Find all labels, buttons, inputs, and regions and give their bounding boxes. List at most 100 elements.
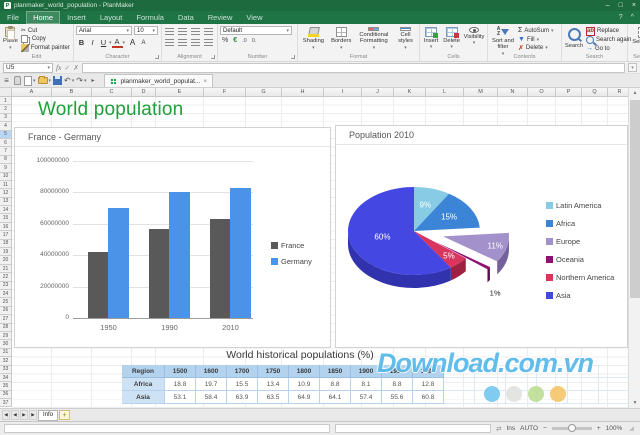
tab-home[interactable]: Home	[26, 11, 61, 24]
menu-icon[interactable]: ≡	[2, 75, 11, 87]
pie-side-oceania[interactable]	[487, 267, 490, 283]
scroll-up-icon[interactable]: ▲	[629, 88, 640, 98]
percent-format-icon[interactable]: %	[222, 37, 228, 44]
table-cell[interactable]: Asia	[122, 391, 165, 404]
table-cell[interactable]: 13.4	[258, 378, 289, 391]
tab-formula[interactable]: Formula	[129, 11, 171, 24]
align-right-icon[interactable]	[190, 27, 200, 36]
bold-button[interactable]: B	[76, 37, 87, 48]
tab-view[interactable]: View	[239, 11, 269, 24]
row-header-3[interactable]: 3	[0, 113, 12, 123]
table-empty-cell[interactable]	[568, 378, 599, 391]
row-header-24[interactable]: 24	[0, 289, 12, 299]
zoom-in-button[interactable]: +	[597, 425, 601, 432]
search-again-button[interactable]: Search again	[586, 36, 631, 44]
row-header-11[interactable]: 11	[0, 180, 12, 190]
table-cell[interactable]: 8.8	[382, 378, 413, 391]
close-button[interactable]: ×	[632, 2, 636, 9]
column-header-J[interactable]: J	[362, 88, 394, 97]
table-header-cell[interactable]: 1600	[196, 365, 227, 378]
tab-data[interactable]: Data	[171, 11, 201, 24]
row-header-2[interactable]: 2	[0, 105, 12, 114]
column-header-N[interactable]: N	[498, 88, 528, 97]
align-left-icon[interactable]	[164, 27, 174, 36]
row-header-8[interactable]: 8	[0, 155, 12, 165]
font-size-select[interactable]: 10 ▾	[134, 26, 158, 35]
table-cell[interactable]: 55.6	[382, 391, 413, 404]
open-document-button[interactable]: ▾	[37, 75, 51, 87]
table-cell[interactable]: 64.9	[289, 391, 320, 404]
table-cell[interactable]: 10.9	[289, 378, 320, 391]
confirm-icon[interactable]: ✓	[64, 64, 70, 72]
row-header-27[interactable]: 27	[0, 315, 12, 324]
bar-chart-frame[interactable]: France - Germany 0 20000000 40000000 600000…	[14, 127, 331, 348]
sort-filter-button[interactable]: AZ Sort and filter ▾	[490, 26, 516, 57]
row-header-22[interactable]: 22	[0, 273, 12, 282]
align-bottom-icon[interactable]	[190, 38, 200, 47]
format-painter-button[interactable]: Format painter	[20, 44, 70, 52]
grow-font-button[interactable]: A	[127, 37, 138, 48]
row-header-35[interactable]: 35	[0, 382, 12, 391]
minimize-button[interactable]: –	[606, 2, 610, 9]
zoom-out-button[interactable]: −	[543, 425, 547, 432]
tab-file[interactable]: File	[0, 11, 26, 24]
row-header-37[interactable]: 37	[0, 399, 12, 408]
column-header-I[interactable]: I	[324, 88, 362, 97]
bar-france-1990[interactable]	[149, 228, 169, 318]
table-cell[interactable]: 63.9	[227, 391, 258, 404]
row-header-1[interactable]: 1	[0, 97, 12, 106]
row-header-32[interactable]: 32	[0, 357, 12, 366]
row-header-18[interactable]: 18	[0, 239, 12, 249]
formula-expand-button[interactable]: ▾	[628, 63, 637, 72]
bar-france-2010[interactable]	[210, 219, 230, 318]
select-all-corner[interactable]	[0, 88, 12, 97]
table-empty-cell[interactable]	[599, 365, 630, 378]
row-header-20[interactable]: 20	[0, 256, 12, 265]
add-decimal-icon[interactable]: .0	[242, 38, 247, 44]
remove-decimal-icon[interactable]: 0.	[252, 38, 257, 44]
save-button[interactable]	[53, 75, 63, 87]
cut-button[interactable]: ✂ Cut	[21, 27, 70, 34]
fx-icon[interactable]: fx	[56, 63, 61, 72]
number-dialog-launcher[interactable]	[291, 55, 295, 59]
zoom-level[interactable]: 100%	[606, 425, 623, 432]
row-header-25[interactable]: 25	[0, 298, 12, 307]
column-header-B[interactable]: B	[52, 88, 92, 97]
table-header-cell[interactable]: 1850	[320, 365, 351, 378]
help-icon[interactable]: ?	[619, 14, 623, 21]
delete-contents-button[interactable]: ✗ Delete ▾	[518, 44, 554, 52]
row-header-9[interactable]: 9	[0, 164, 12, 173]
touch-mode-icon[interactable]	[13, 75, 22, 87]
currency-format-icon[interactable]: €	[233, 37, 237, 44]
row-header-36[interactable]: 36	[0, 390, 12, 400]
row-header-26[interactable]: 26	[0, 306, 12, 316]
table-empty-cell[interactable]	[568, 391, 599, 404]
row-header-13[interactable]: 13	[0, 197, 12, 207]
table-header-cell[interactable]: Region	[122, 365, 165, 378]
formula-input[interactable]	[82, 62, 625, 73]
table-empty-cell[interactable]	[599, 378, 630, 391]
table-header-cell[interactable]: 1700	[227, 365, 258, 378]
table-header-cell[interactable]: 1800	[289, 365, 320, 378]
pointer-mode-icon[interactable]: ▸	[88, 75, 97, 87]
alignment-dialog-launcher[interactable]	[211, 55, 215, 59]
replace-button[interactable]: ab Replace	[586, 26, 631, 36]
align-justify-icon[interactable]	[203, 27, 213, 36]
new-document-button[interactable]: ▾	[24, 75, 36, 87]
search-button[interactable]: Search	[564, 26, 584, 52]
row-header-7[interactable]: 7	[0, 147, 12, 156]
merge-cells-icon[interactable]	[203, 38, 213, 47]
copy-button[interactable]: Copy	[20, 35, 70, 43]
delete-cells-button[interactable]: Delete ▾	[442, 26, 461, 52]
table-empty-cell[interactable]	[599, 391, 630, 404]
table-empty-cell[interactable]	[444, 378, 475, 391]
table-cell[interactable]: 60.8	[413, 391, 444, 404]
table-cell[interactable]: 8.8	[320, 378, 351, 391]
vertical-scrollbar[interactable]: ▲ ▼	[628, 88, 640, 408]
row-header-10[interactable]: 10	[0, 172, 12, 181]
cancel-icon[interactable]: ✗	[73, 64, 79, 72]
bar-germany-1990[interactable]	[169, 192, 190, 318]
character-dialog-launcher[interactable]	[155, 55, 159, 59]
cell-styles-button[interactable]: Cell styles ▾	[394, 26, 417, 52]
column-header-A[interactable]: A	[12, 88, 52, 97]
